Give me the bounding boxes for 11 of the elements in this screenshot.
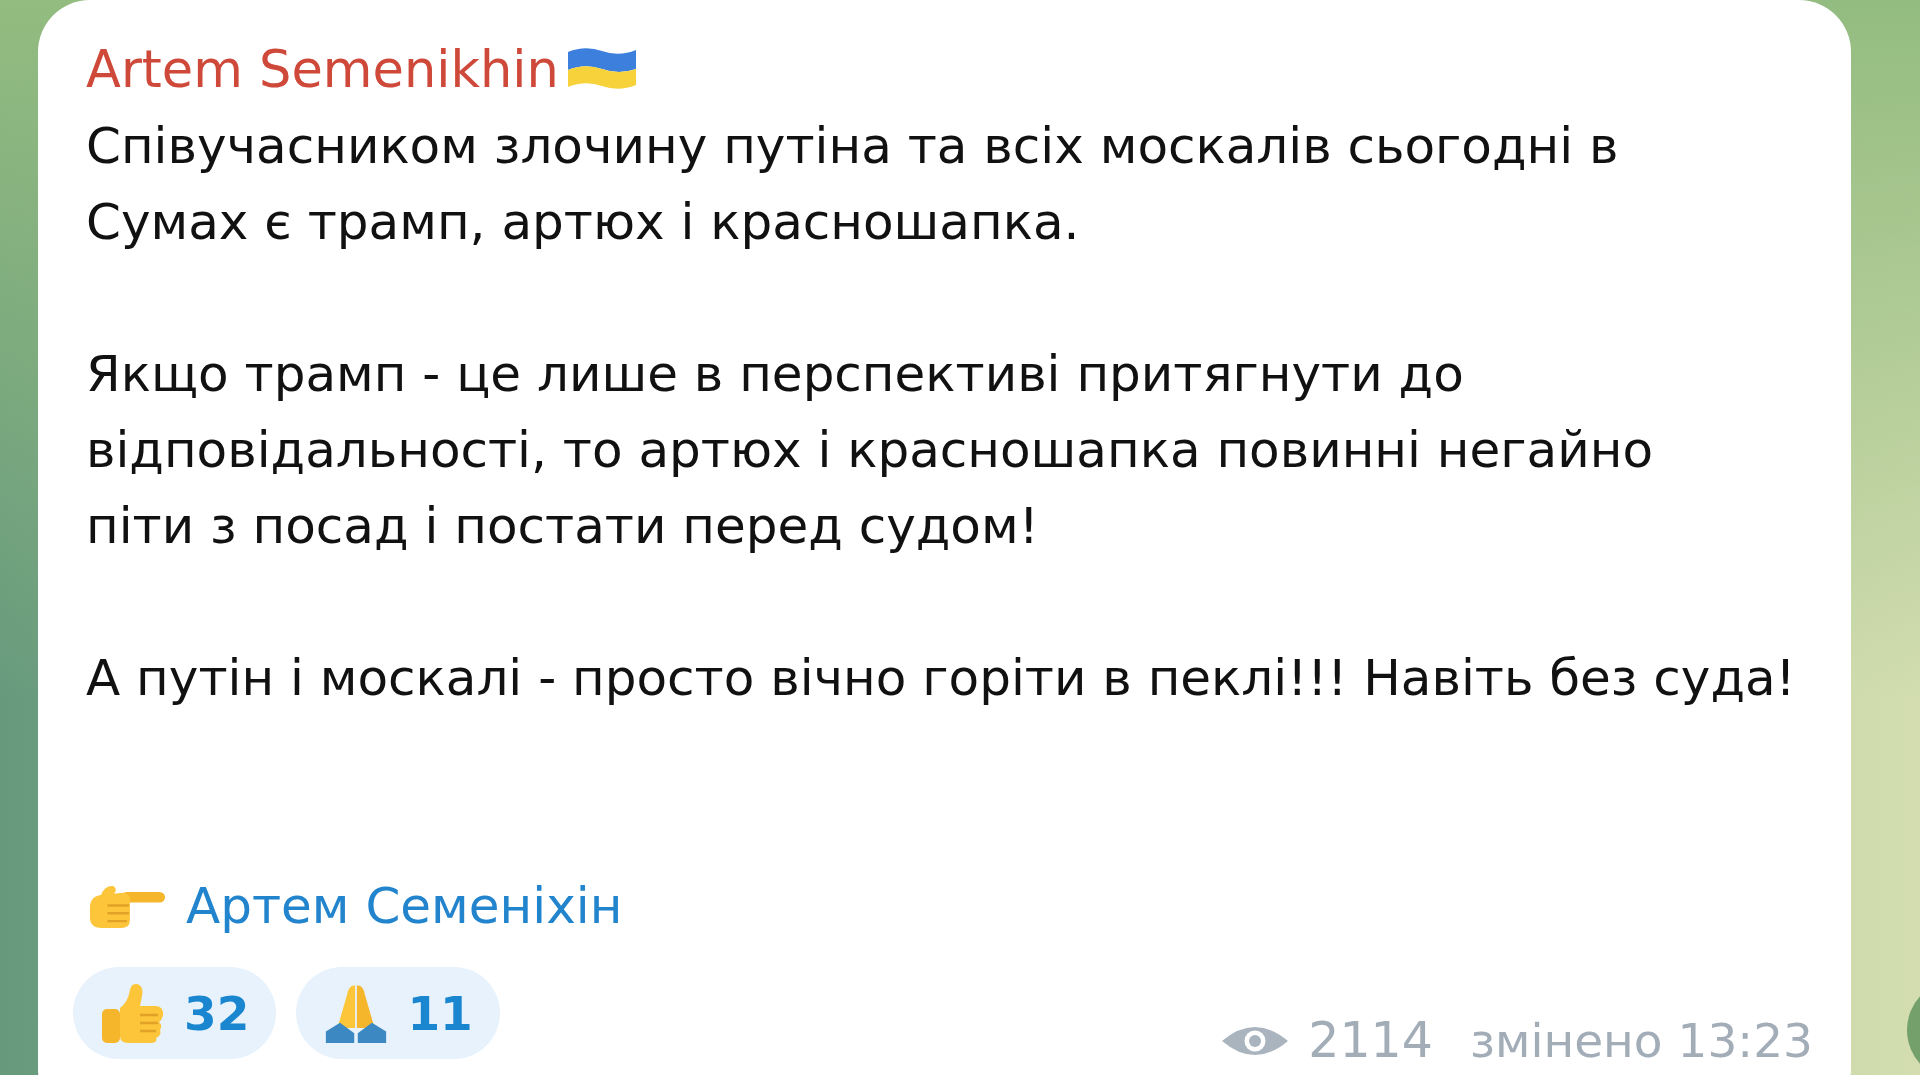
reaction-button[interactable]: 32 bbox=[73, 967, 277, 1059]
message-paragraph: Якщо трамп - це лише в перспективі притягнути до відповідальності, то артюх і красношапка повинні негайно піти з посад і постати перед судом! bbox=[86, 344, 1654, 557]
message-paragraph: А путін і москалі - просто вічно горіти в пеклі!!! Навіть без суда! bbox=[86, 648, 1797, 709]
reaction-button[interactable]: 11 bbox=[296, 967, 500, 1059]
eye-icon bbox=[1221, 1024, 1290, 1058]
message-paragraph: Співучасником злочину путіна та всіх москалів сьогодні в Сумах є трамп, артюх і красношапка. bbox=[86, 116, 1620, 253]
pointing-hand-icon bbox=[88, 883, 166, 929]
author-name: Artem Semenikhin bbox=[86, 39, 559, 101]
edited-time: змінено 13:23 bbox=[1469, 1012, 1813, 1070]
view-count: 2114 bbox=[1308, 1011, 1433, 1071]
author-link[interactable]: Артем Семеніхін bbox=[186, 868, 623, 944]
